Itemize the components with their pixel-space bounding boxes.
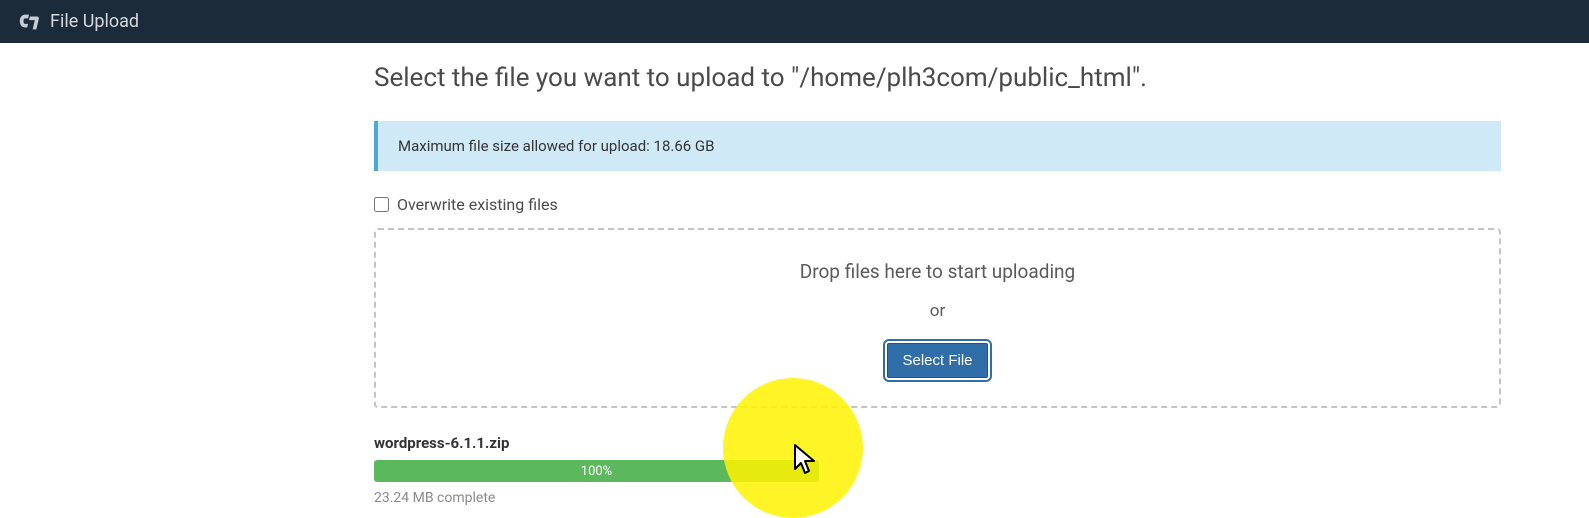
app-header: File Upload (0, 0, 1589, 43)
main-content: Select the file you want to upload to "/… (0, 43, 1589, 506)
overwrite-checkbox[interactable] (374, 197, 389, 212)
cpanel-logo-icon (18, 11, 40, 33)
upload-filename: wordpress-6.1.1.zip (374, 434, 819, 452)
file-dropzone[interactable]: Drop files here to start uploading or Se… (374, 228, 1501, 408)
upload-complete-text: 23.24 MB complete (374, 490, 819, 506)
page-heading: Select the file you want to upload to "/… (374, 63, 1501, 93)
upload-progress-item: wordpress-6.1.1.zip 100% 23.24 MB comple… (374, 434, 819, 506)
select-file-button[interactable]: Select File (887, 343, 987, 378)
app-title: File Upload (50, 11, 139, 32)
progress-percent-text: 100% (581, 464, 612, 479)
overwrite-checkbox-row: Overwrite existing files (374, 195, 1501, 214)
overwrite-label[interactable]: Overwrite existing files (397, 195, 558, 214)
dropzone-text: Drop files here to start uploading (396, 260, 1479, 283)
info-message-box: Maximum file size allowed for upload: 18… (374, 121, 1501, 171)
dropzone-or-text: or (396, 301, 1479, 321)
upload-progress-bar: 100% (374, 460, 819, 482)
